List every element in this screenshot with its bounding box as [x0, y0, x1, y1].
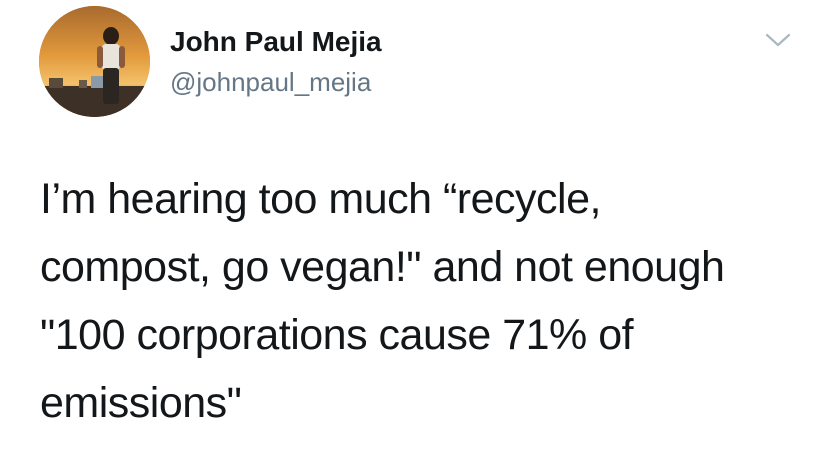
tweet: John Paul Mejia @johnpaul_mejia I’m hear… — [0, 0, 828, 467]
tweet-text-line: compost, go vegan!" and not enough — [40, 243, 725, 291]
chevron-down-icon[interactable] — [764, 30, 792, 50]
author-handle[interactable]: @johnpaul_mejia — [170, 65, 371, 99]
author-name[interactable]: John Paul Mejia — [170, 24, 382, 60]
avatar-photo-icon — [39, 6, 150, 117]
tweet-text-line: "100 corporations cause 71% of — [40, 311, 634, 359]
avatar[interactable] — [39, 6, 150, 117]
tweet-text: I’m hearing too much “recycle, compost, … — [40, 165, 800, 437]
tweet-text-line: I’m hearing too much “recycle, — [40, 175, 601, 223]
tweet-text-line: emissions" — [40, 379, 242, 427]
